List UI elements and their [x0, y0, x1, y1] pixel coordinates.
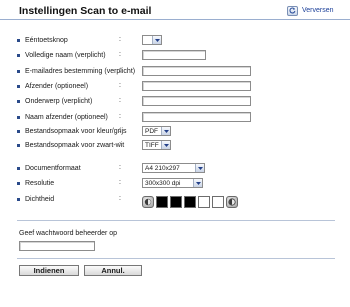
colon: : [119, 67, 121, 74]
field-row-color-format: Bestandsopmaak voor kleur/grijs [17, 126, 127, 136]
chevron-down-icon [161, 127, 170, 135]
destination-email-input[interactable] [142, 66, 251, 76]
bullet-icon [17, 53, 20, 57]
bullet-icon [17, 143, 20, 147]
bullet-icon [17, 84, 20, 88]
field-label-subject: Onderwerp (verplicht) [25, 97, 93, 105]
density-level-3[interactable] [184, 196, 196, 208]
density-level-5[interactable] [212, 196, 224, 208]
subject-input[interactable] [142, 96, 251, 106]
bullet-icon [17, 69, 20, 73]
admin-password-label: Geef wachtwoord beheerder op [19, 230, 118, 237]
document-size-select[interactable]: A4 210x297 [142, 163, 205, 173]
resolution-value: 300x300 dpi [145, 179, 181, 187]
colon: : [119, 127, 121, 134]
submit-button[interactable]: Indienen [19, 265, 79, 276]
field-row-sender: Afzender (optioneel) [17, 81, 88, 91]
refresh-icon [287, 5, 298, 16]
colon: : [119, 51, 121, 58]
field-label-document-size: Documentformaat [25, 164, 81, 172]
field-label-sender: Afzender (optioneel) [25, 82, 89, 90]
sender-input[interactable] [142, 81, 251, 91]
field-row-full-name: Volledige naam (verplicht) [17, 50, 106, 60]
cancel-button[interactable]: Annul. [84, 265, 142, 276]
density-level-2[interactable] [170, 196, 182, 208]
colon: : [119, 141, 121, 148]
colon: : [119, 36, 121, 43]
bw-format-value: TIFF [145, 141, 159, 149]
resolution-select[interactable]: 300x300 dpi [142, 178, 203, 188]
chevron-down-icon [152, 36, 161, 44]
chevron-down-icon [161, 141, 170, 149]
bullet-icon [17, 38, 20, 42]
title-bar: Instellingen Scan to e-mail Verversen [0, 0, 350, 20]
density-control [142, 196, 238, 208]
density-decrease-icon[interactable] [142, 196, 154, 208]
full-name-input[interactable] [142, 50, 206, 60]
bullet-icon [17, 99, 20, 103]
field-label-full-name: Volledige naam (verplicht) [25, 51, 106, 59]
field-label-density: Dichtheid [25, 195, 55, 203]
field-row-destination-email: E-mailadres bestemming (verplicht) [17, 66, 135, 76]
bw-format-select[interactable]: TIFF [142, 140, 171, 150]
bullet-icon [17, 166, 20, 170]
field-row-one-touch: Eéntoetsknop [17, 35, 68, 45]
bullet-icon [17, 129, 20, 133]
bullet-icon [17, 181, 20, 185]
section-divider [17, 258, 335, 259]
refresh-button[interactable]: Verversen [287, 5, 334, 16]
colon: : [119, 97, 121, 104]
chevron-down-icon [195, 164, 204, 172]
bullet-icon [17, 115, 20, 119]
field-label-bw-format: Bestandsopmaak voor zwart-wit [25, 141, 125, 149]
field-row-document-size: Documentformaat [17, 163, 81, 173]
field-row-subject: Onderwerp (verplicht) [17, 96, 92, 106]
color-format-select[interactable]: PDF [142, 126, 171, 136]
one-touch-select[interactable] [142, 35, 162, 45]
colon: : [119, 82, 121, 89]
color-format-value: PDF [145, 127, 158, 135]
refresh-label: Verversen [302, 7, 334, 14]
density-increase-icon[interactable] [226, 196, 238, 208]
field-row-sender-name: Naam afzender (optioneel) [17, 112, 108, 122]
page-title: Instellingen Scan to e-mail [19, 5, 152, 17]
field-row-bw-format: Bestandsopmaak voor zwart-wit [17, 140, 124, 150]
colon: : [119, 113, 121, 120]
field-label-resolution: Resolutie [25, 179, 55, 187]
admin-password-input[interactable] [19, 241, 95, 251]
sender-name-input[interactable] [142, 112, 251, 122]
density-level-1[interactable] [156, 196, 168, 208]
chevron-down-icon [193, 179, 202, 187]
field-label-sender-name: Naam afzender (optioneel) [25, 113, 108, 121]
field-row-density: Dichtheid [17, 194, 54, 204]
field-label-one-touch: Eéntoetsknop [25, 36, 68, 44]
colon: : [119, 164, 121, 171]
colon: : [119, 179, 121, 186]
field-row-resolution: Resolutie [17, 178, 54, 188]
colon: : [119, 195, 121, 202]
field-label-color-format: Bestandsopmaak voor kleur/grijs [25, 127, 127, 135]
document-size-value: A4 210x297 [145, 164, 180, 172]
density-level-4[interactable] [198, 196, 210, 208]
bullet-icon [17, 197, 20, 201]
section-divider [17, 220, 335, 221]
